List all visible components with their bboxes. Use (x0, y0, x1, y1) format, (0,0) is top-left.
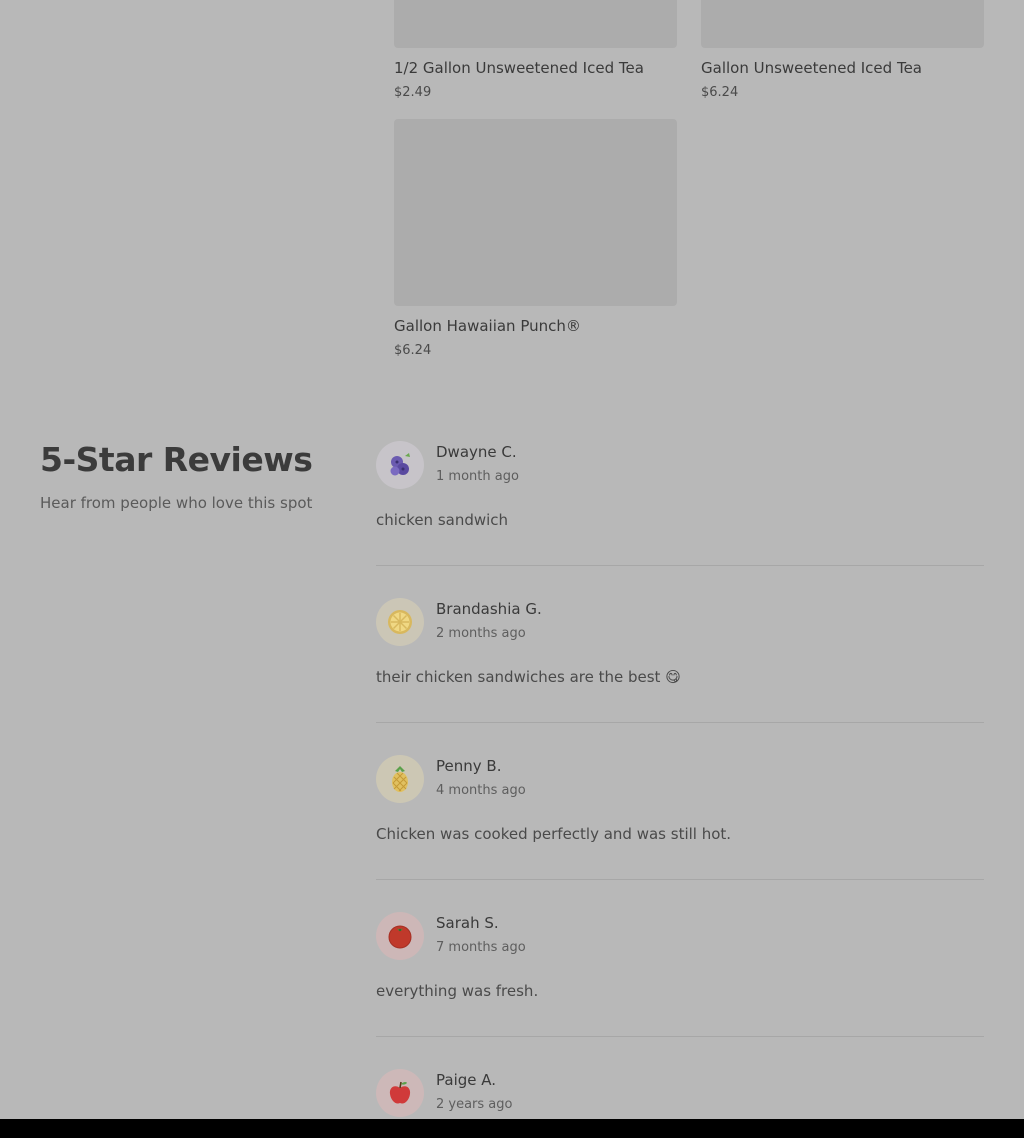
avatar (376, 598, 424, 646)
review-item: Penny B. 4 months ago Chicken was cooked… (376, 755, 984, 845)
product-card[interactable]: Gallon Unsweetened Iced Tea $6.24 (701, 0, 984, 99)
review-time: 4 months ago (436, 783, 526, 798)
review-time: 2 years ago (436, 1097, 513, 1112)
reviewer-info: Sarah S. 7 months ago (436, 914, 526, 955)
reviewer-name: Penny B. (436, 757, 502, 775)
divider (376, 565, 984, 566)
reviewer-info: Brandashia G. 2 months ago (436, 600, 542, 641)
review-item: Dwayne C. 1 month ago chicken sandwich (376, 441, 984, 531)
review-item: Brandashia G. 2 months ago their chicken… (376, 598, 984, 688)
bottom-bar (0, 1119, 1024, 1138)
reviews-header: 5-Star Reviews Hear from people who love… (40, 443, 340, 511)
tomato-icon (388, 925, 412, 949)
divider (376, 1036, 984, 1037)
product-image[interactable] (394, 119, 677, 306)
blueberry-icon (390, 453, 410, 476)
reviewer-name: Brandashia G. (436, 600, 542, 618)
reviewer-name: Dwayne C. (436, 443, 517, 461)
avatar (376, 912, 424, 960)
avatar (376, 755, 424, 803)
avatar (376, 441, 424, 489)
divider (376, 879, 984, 880)
reviewer-name: Sarah S. (436, 914, 499, 932)
avatar (376, 1069, 424, 1117)
review-item: Paige A. 2 years ago (376, 1069, 984, 1119)
review-text: everything was fresh. (376, 982, 539, 1000)
reviewer-info: Dwayne C. 1 month ago (436, 443, 519, 484)
product-price: $2.49 (394, 85, 432, 100)
review-text: chicken sandwich (376, 511, 509, 529)
product-image[interactable] (394, 0, 677, 48)
product-image[interactable] (701, 0, 984, 48)
reviewer-info: Penny B. 4 months ago (436, 757, 526, 798)
product-price: $6.24 (701, 85, 739, 100)
review-time: 1 month ago (436, 469, 519, 484)
review-time: 7 months ago (436, 940, 526, 955)
reviews-subtitle: Hear from people who love this spot (40, 494, 313, 512)
lemon-icon (388, 610, 412, 634)
product-name: 1/2 Gallon Unsweetened Iced Tea (394, 59, 644, 77)
review-time: 2 months ago (436, 626, 526, 641)
product-price: $6.24 (394, 343, 432, 358)
product-name: Gallon Hawaiian Punch® (394, 317, 581, 335)
product-name: Gallon Unsweetened Iced Tea (701, 59, 922, 77)
product-card[interactable]: Gallon Hawaiian Punch® $6.24 (394, 119, 677, 357)
review-text: Chicken was cooked perfectly and was sti… (376, 825, 732, 843)
product-card[interactable]: 1/2 Gallon Unsweetened Iced Tea $2.49 (394, 0, 677, 99)
reviewer-name: Paige A. (436, 1071, 497, 1089)
review-item: Sarah S. 7 months ago everything was fre… (376, 912, 984, 1002)
reviews-title: 5-Star Reviews (40, 440, 313, 479)
divider (376, 722, 984, 723)
review-text: their chicken sandwiches are the best 😋 (376, 668, 681, 686)
pineapple-icon (392, 766, 408, 792)
apple-icon (389, 1081, 411, 1104)
reviewer-info: Paige A. 2 years ago (436, 1071, 513, 1112)
